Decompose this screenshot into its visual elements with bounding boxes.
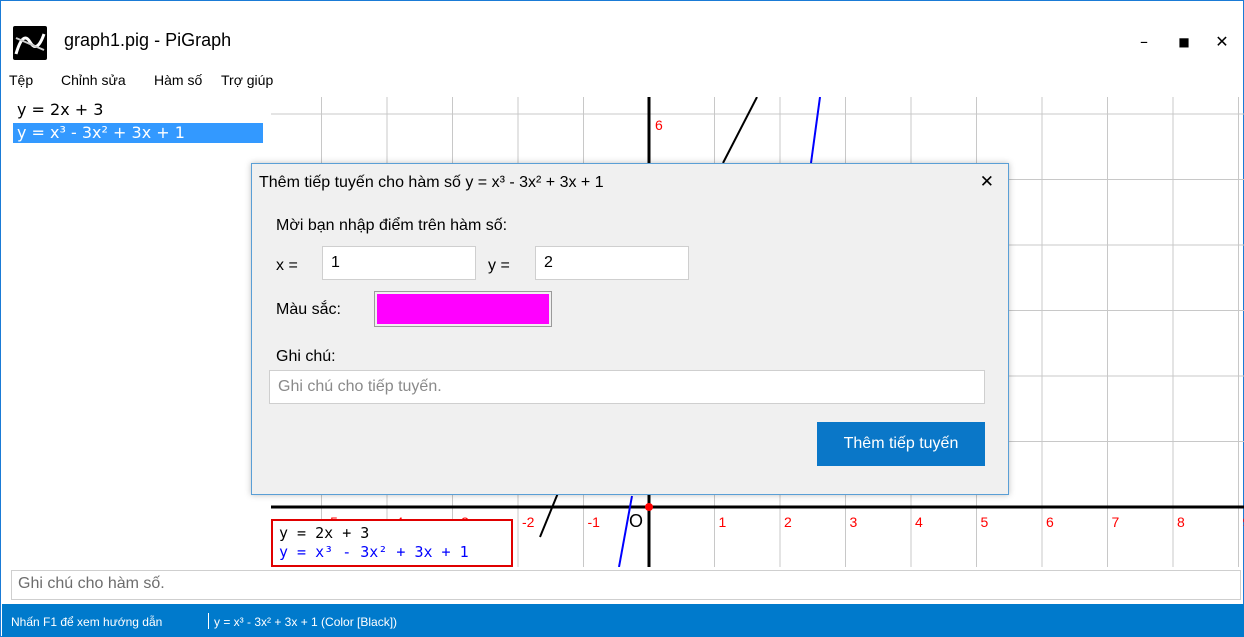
x-tick-label: 8: [1177, 514, 1185, 530]
function-item[interactable]: y = 2x + 3: [13, 100, 103, 120]
x-tick-label: -1: [588, 514, 601, 530]
menu-function[interactable]: Hàm số: [154, 72, 202, 88]
menu-help[interactable]: Trợ giúp: [221, 72, 273, 88]
color-picker[interactable]: [374, 291, 552, 327]
color-swatch: [377, 294, 549, 324]
x-tick-label: 3: [850, 514, 858, 530]
x-label: x =: [276, 257, 298, 274]
function-list: y = 2x + 3 y = x³ - 3x² + 3x + 1: [9, 97, 265, 567]
title-bar[interactable]: graph1.pig - PiGraph – ■ ✕: [1, 1, 1243, 63]
origin-point: [645, 503, 653, 511]
x-tick-label: 5: [981, 514, 989, 530]
menu-bar: Tệp Chỉnh sửa Hàm số Trợ giúp: [1, 69, 1243, 91]
close-button[interactable]: ✕: [1203, 27, 1241, 57]
app-icon: [13, 26, 47, 60]
status-selected-function: y = x³ - 3x² + 3x + 1 (Color [Black]): [214, 615, 398, 629]
x-input[interactable]: 1: [322, 246, 476, 280]
x-tick-label: 4: [915, 514, 923, 530]
color-label: Màu sắc:: [276, 301, 341, 318]
graph-legend: y = 2x + 3 y = x³ - 3x² + 3x + 1: [271, 519, 513, 567]
app-window: graph1.pig - PiGraph – ■ ✕ Tệp Chỉnh sửa…: [0, 0, 1244, 637]
x-tick-label: 2: [784, 514, 792, 530]
status-bar: Nhấn F1 để xem hướng dẫn y = x³ - 3x² + …: [2, 604, 1244, 637]
maximize-button[interactable]: ■: [1165, 27, 1203, 57]
window-title: graph1.pig - PiGraph: [64, 30, 232, 50]
line-y-2x-3-bottom: [539, 492, 559, 538]
x-tick-label: 7: [1112, 514, 1120, 530]
line-y-2x-3-top: [722, 97, 758, 164]
legend-item: y = 2x + 3: [279, 524, 370, 542]
tangent-note-input[interactable]: Ghi chú cho tiếp tuyến.: [269, 370, 985, 404]
status-help-text: Nhấn F1 để xem hướng dẫn: [11, 615, 163, 629]
function-note-input[interactable]: Ghi chú cho hàm số.: [11, 570, 1241, 600]
x-tick-label: 6: [1046, 514, 1054, 530]
point-prompt: Mời bạn nhập điểm trên hàm số:: [276, 217, 508, 234]
y-label: y =: [488, 257, 510, 274]
y-tick-label: 6: [655, 117, 663, 133]
x-tick-label: O: [629, 511, 643, 531]
add-tangent-dialog: Thêm tiếp tuyến cho hàm số y = x³ - 3x² …: [251, 163, 1009, 495]
menu-file[interactable]: Tệp: [9, 72, 33, 88]
minimize-button[interactable]: –: [1125, 27, 1163, 57]
curve-cubic-top: [810, 97, 821, 164]
dialog-title: Thêm tiếp tuyến cho hàm số y = x³ - 3x² …: [259, 174, 604, 191]
y-input[interactable]: 2: [535, 246, 689, 280]
note-label: Ghi chú:: [276, 348, 336, 365]
legend-item: y = x³ - 3x² + 3x + 1: [279, 543, 469, 561]
menu-edit[interactable]: Chỉnh sửa: [61, 72, 126, 88]
status-separator: [208, 613, 209, 629]
function-item-selected[interactable]: y = x³ - 3x² + 3x + 1: [13, 123, 263, 143]
x-tick-label: -2: [522, 514, 535, 530]
dialog-close-button[interactable]: ✕: [980, 172, 994, 192]
x-tick-label: 1: [719, 514, 727, 530]
add-tangent-button[interactable]: Thêm tiếp tuyến: [817, 422, 985, 466]
